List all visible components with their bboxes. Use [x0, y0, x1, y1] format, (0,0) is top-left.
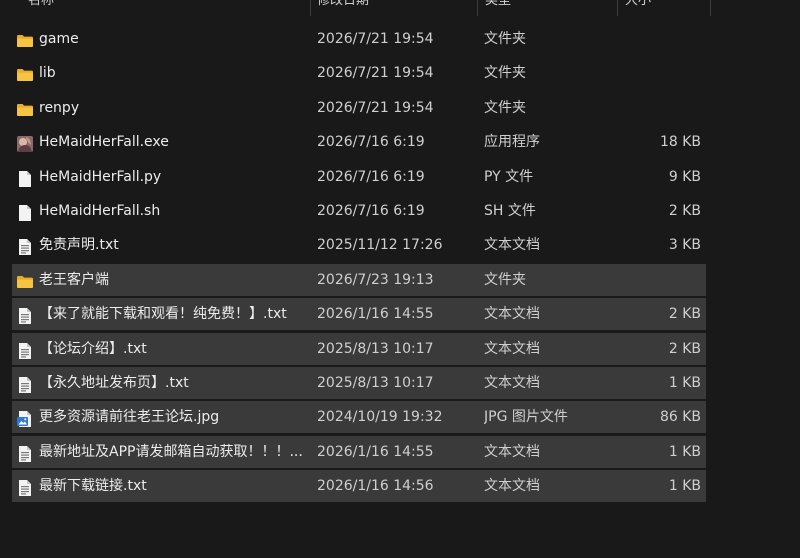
- file-modified-date: 2025/8/13 10:17: [317, 374, 434, 391]
- file-row[interactable]: 【论坛介绍】.txt 2025/8/13 10:17 文本文档 2 KB: [12, 332, 706, 365]
- file-modified-date: 2026/7/21 19:54: [317, 31, 434, 47]
- folder-icon: [16, 30, 34, 48]
- file-size: 2 KB: [668, 306, 701, 323]
- column-header-date[interactable]: 修改日期: [317, 0, 369, 16]
- text-document-icon: [16, 236, 34, 256]
- file-type: 文件夹: [484, 271, 526, 288]
- file-name: 【来了就能下载和观看！纯免费！】.txt: [39, 306, 287, 323]
- file-type: JPG 图片文件: [484, 409, 568, 426]
- file-name: renpy: [39, 99, 80, 116]
- file-type: 文本文档: [484, 443, 540, 460]
- file-type: 文本文档: [484, 374, 540, 391]
- folder-icon: [16, 99, 34, 117]
- file-size: 1 KB: [668, 443, 701, 460]
- file-size: 1 KB: [668, 478, 701, 495]
- column-divider[interactable]: [310, 0, 311, 16]
- file-modified-date: 2026/7/23 19:13: [317, 271, 434, 288]
- column-divider[interactable]: [710, 0, 711, 16]
- file-type: PY 文件: [484, 168, 534, 185]
- file-modified-date: 2026/1/16 14:55: [317, 443, 434, 460]
- file-row[interactable]: 最新下载链接.txt 2026/1/16 14:56 文本文档 1 KB: [12, 470, 706, 503]
- file-row[interactable]: 老王客户端 2026/7/23 19:13 文件夹: [12, 263, 706, 296]
- file-name: HeMaidHerFall.sh: [39, 202, 161, 219]
- file-name: HeMaidHerFall.py: [39, 168, 162, 185]
- file-modified-date: 2026/7/21 19:54: [317, 99, 434, 116]
- file-type: 文件夹: [484, 31, 526, 47]
- file-modified-date: 2026/7/16 6:19: [317, 134, 425, 151]
- file-row[interactable]: HeMaidHerFall.sh 2026/7/16 6:19 SH 文件 2 KB: [12, 195, 706, 227]
- file-modified-date: 2026/7/21 19:54: [317, 65, 434, 82]
- file-size: 18 KB: [659, 134, 701, 151]
- text-document-icon: [16, 477, 34, 497]
- file-row[interactable]: HeMaidHerFall.exe 2026/7/16 6:19 应用程序 18 KB: [12, 126, 706, 158]
- folder-icon: [16, 271, 34, 289]
- file-type: 文本文档: [484, 237, 540, 254]
- file-row[interactable]: 免责声明.txt 2025/11/12 17:26 文本文档 3 KB: [12, 229, 706, 261]
- file-modified-date: 2026/1/16 14:55: [317, 306, 434, 323]
- file-modified-date: 2026/1/16 14:56: [317, 478, 434, 495]
- file-explorer: 名称 修改日期 类型 大小 game 2026/7/21 19:54 文件夹 lib 2…: [0, 0, 800, 558]
- file-size: 2 KB: [668, 340, 701, 357]
- file-modified-date: 2025/8/13 10:17: [317, 340, 434, 357]
- file-size: 3 KB: [668, 237, 701, 254]
- file-type: 文本文档: [484, 306, 540, 323]
- file-name: 最新地址及APP请发邮箱自动获取！！！...: [39, 443, 303, 460]
- text-document-icon: [16, 305, 34, 325]
- file-row[interactable]: game 2026/7/21 19:54 文件夹: [12, 23, 706, 55]
- folder-icon: [16, 64, 34, 82]
- file-size: 2 KB: [668, 202, 701, 219]
- file-row[interactable]: renpy 2026/7/21 19:54 文件夹: [12, 92, 706, 124]
- file-name: 老王客户端: [39, 271, 109, 288]
- column-divider[interactable]: [477, 0, 478, 16]
- file-name: 免责声明.txt: [39, 237, 119, 254]
- file-row[interactable]: 【来了就能下载和观看！纯免费！】.txt 2026/1/16 14:55 文本文档 2…: [12, 298, 706, 331]
- file-type: 文本文档: [484, 478, 540, 495]
- column-header-name[interactable]: 名称: [28, 0, 54, 16]
- blank-file-icon: [16, 168, 34, 187]
- file-row[interactable]: lib 2026/7/21 19:54 文件夹: [12, 57, 706, 89]
- file-row[interactable]: 更多资源请前往老王论坛.jpg 2024/10/19 19:32 JPG 图片文件 8…: [12, 401, 706, 434]
- text-document-icon: [16, 374, 34, 393]
- column-header-size[interactable]: 大小: [625, 0, 651, 16]
- file-modified-date: 2026/7/16 6:19: [317, 168, 425, 185]
- blank-file-icon: [16, 202, 34, 221]
- column-divider[interactable]: [617, 0, 618, 16]
- file-type: 文本文档: [484, 340, 540, 357]
- file-row[interactable]: 【永久地址发布页】.txt 2025/8/13 10:17 文本文档 1 KB: [12, 366, 706, 399]
- file-type: SH 文件: [484, 202, 536, 219]
- file-name: 【永久地址发布页】.txt: [39, 374, 189, 391]
- column-header-bar: 名称 修改日期 类型 大小: [0, 0, 712, 16]
- file-name: lib: [39, 65, 56, 82]
- file-name: HeMaidHerFall.exe: [39, 134, 169, 151]
- text-document-icon: [16, 340, 34, 359]
- application-icon: [16, 133, 34, 153]
- column-header-type[interactable]: 类型: [485, 0, 511, 16]
- file-modified-date: 2025/11/12 17:26: [317, 237, 443, 254]
- text-document-icon: [16, 443, 34, 462]
- file-row[interactable]: HeMaidHerFall.py 2026/7/16 6:19 PY 文件 9 KB: [12, 161, 706, 193]
- file-row[interactable]: 最新地址及APP请发邮箱自动获取！！！... 2026/1/16 14:55 文本文…: [12, 435, 706, 468]
- file-name: 最新下载链接.txt: [39, 478, 147, 495]
- file-name: 更多资源请前往老王论坛.jpg: [39, 409, 220, 426]
- file-type: 文件夹: [484, 99, 526, 116]
- file-size: 1 KB: [668, 374, 701, 391]
- file-type: 应用程序: [484, 134, 540, 151]
- file-name: 【论坛介绍】.txt: [39, 340, 147, 357]
- file-list: game 2026/7/21 19:54 文件夹 lib 2026/7/21 19:54…: [12, 23, 706, 504]
- file-size: 86 KB: [659, 409, 701, 426]
- file-modified-date: 2026/7/16 6:19: [317, 202, 425, 219]
- file-name: game: [39, 31, 79, 47]
- image-file-icon: [16, 408, 34, 428]
- file-modified-date: 2024/10/19 19:32: [317, 409, 443, 426]
- file-size: 9 KB: [668, 168, 701, 185]
- file-type: 文件夹: [484, 65, 526, 82]
